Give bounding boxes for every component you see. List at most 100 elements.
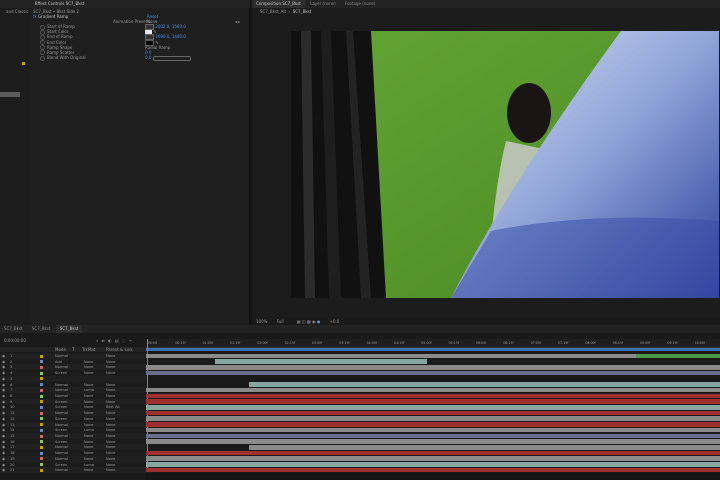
layer-duration-bar[interactable]	[146, 416, 720, 421]
layer-label-color[interactable]	[40, 371, 43, 375]
zoom-select[interactable]: 100%	[256, 319, 267, 324]
layer-duration-bar[interactable]	[636, 353, 720, 359]
stopwatch-icon[interactable]	[40, 55, 45, 61]
layer-label-color[interactable]	[40, 388, 43, 392]
layer-row[interactable]: ◉ 21 Normal None None	[0, 467, 146, 474]
timeline-tabbar: SC7_Bkst SC7_Bkst SC7_Bkst	[0, 325, 720, 333]
layer-label-color[interactable]	[40, 411, 43, 415]
transparency-icon[interactable]: ▩	[307, 319, 311, 324]
time-ruler[interactable]: 00:00 00:15f 01:00f 01:15f 02:00f 02:15f 03:00…	[146, 339, 720, 348]
layer-duration-bar[interactable]	[146, 387, 720, 393]
layer-label-color[interactable]	[40, 354, 43, 358]
timeline-tab-3[interactable]: SC7_Bkst	[55, 325, 83, 333]
eyedropper-icon[interactable]: ✎	[155, 40, 158, 45]
blend-slider[interactable]	[153, 55, 192, 61]
layer-duration-bar[interactable]	[146, 422, 720, 427]
composition-frame[interactable]	[291, 31, 719, 298]
layer-label-color[interactable]	[40, 383, 43, 387]
work-area-bar[interactable]	[146, 348, 720, 351]
frame-blend-icon[interactable]: ▤	[115, 338, 120, 343]
property-list: Start of Ramp Start Color End of Ramp En…	[40, 24, 86, 61]
col-trkmat: TrkMat	[82, 347, 96, 352]
layer-duration-bar[interactable]	[249, 382, 720, 387]
visibility-eye-icon[interactable]: ◉	[2, 467, 5, 473]
exposure-value[interactable]: +0.0	[330, 319, 340, 324]
layer-duration-bar[interactable]	[146, 439, 720, 444]
timeline-tab-1[interactable]: SC7_Bkst	[0, 325, 27, 333]
layer-duration-bar[interactable]	[146, 370, 720, 376]
layer-label-color[interactable]	[40, 468, 43, 472]
composition-render	[291, 31, 719, 298]
layer-label-color[interactable]	[40, 394, 43, 398]
tab-footage[interactable]: Footage (none)	[341, 0, 379, 8]
tab-layer[interactable]: Layer (none)	[306, 0, 340, 8]
layer-duration-bar[interactable]	[146, 427, 720, 433]
layer-duration-bar[interactable]	[146, 405, 720, 410]
layer-label-color[interactable]	[40, 457, 43, 461]
camera-icon[interactable]: ◉	[312, 319, 316, 324]
fx-icon[interactable]: fx	[33, 14, 37, 19]
ruler-tick-label: 04:00f	[366, 341, 377, 345]
layer-parent-select[interactable]: None	[106, 467, 115, 473]
layer-duration-bar[interactable]	[146, 393, 720, 399]
layer-duration-bar[interactable]	[146, 353, 720, 359]
effect-controls-panel: Effect Controls SC7_Bkst SC7_Bkst • Bkst…	[31, 0, 250, 325]
ruler-tick-label: 01:00f	[202, 341, 213, 345]
layer-label-color[interactable]	[40, 365, 43, 369]
subtab-bkst-alt[interactable]: SC7_Bkst_Alt	[260, 9, 286, 14]
end-of-ramp-value[interactable]: 1690.0, 1440.0	[155, 34, 186, 39]
layer-label-color[interactable]	[40, 417, 43, 421]
layer-duration-bar[interactable]	[146, 399, 720, 404]
motion-blur-icon[interactable]: ◌	[122, 338, 127, 343]
tab-composition[interactable]: Composition SC7_Bkst	[252, 0, 305, 8]
current-time[interactable]: 0;00;00;00	[4, 338, 26, 343]
layer-duration-bar[interactable]	[146, 410, 720, 416]
prop-blend-with-original[interactable]: Blend With Original	[40, 55, 86, 61]
comp-flow-icon[interactable]: ⇄	[102, 338, 106, 343]
ruler-tick-label: 08:15f	[612, 341, 623, 345]
search-icon[interactable]: ⌕	[96, 338, 99, 343]
layer-mode-select[interactable]: Normal	[55, 467, 68, 473]
layer-label-color[interactable]	[40, 400, 43, 404]
layer-duration-bar[interactable]	[146, 450, 720, 456]
timeline-tools: ⌕ ⇄ ◐ ▤ ◌ ⌒	[96, 338, 133, 343]
shy-icon[interactable]: ◐	[108, 338, 113, 343]
layer-duration-bar[interactable]	[146, 365, 720, 370]
preset-arrows-icon[interactable]: ◂ ▸	[235, 19, 240, 24]
project-selected-row[interactable]	[0, 92, 20, 97]
resolution-select[interactable]: Full	[277, 319, 284, 324]
timeline-scrollbar[interactable]	[146, 473, 720, 480]
layer-duration-bar[interactable]	[146, 467, 720, 473]
subtab-bkst[interactable]: SC7_Bkst	[293, 9, 312, 14]
layer-label-color[interactable]	[40, 405, 43, 409]
layer-label-color[interactable]	[40, 428, 43, 432]
layer-duration-bar[interactable]	[146, 462, 720, 467]
effect-header[interactable]: fx Gradient Ramp	[33, 14, 68, 19]
layer-trkmat-select[interactable]: None	[84, 467, 93, 473]
layer-duration-bar[interactable]	[146, 456, 720, 461]
timeline-tab-2[interactable]: SC7_Bkst	[28, 325, 55, 333]
layer-label-color[interactable]	[40, 451, 43, 455]
layer-duration-bar[interactable]	[146, 433, 720, 439]
grid-icon[interactable]: ▦	[297, 319, 301, 324]
layer-duration-bar[interactable]	[214, 359, 428, 364]
layer-label-color[interactable]	[40, 360, 43, 364]
start-of-ramp-value[interactable]: 2002.0, 1560.0	[155, 24, 186, 29]
layer-label-color[interactable]	[40, 423, 43, 427]
mask-icon[interactable]: ◫	[302, 319, 306, 324]
layer-label-color[interactable]	[40, 434, 43, 438]
project-label: and Classic	[6, 9, 29, 14]
layer-label-color[interactable]	[40, 445, 43, 449]
layer-label-color[interactable]	[40, 377, 43, 381]
graph-editor-icon[interactable]: ⌒	[129, 338, 133, 343]
ruler-tick-label: 10:00f	[694, 341, 705, 345]
viewer-tabbar: Composition SC7_Bkst Layer (none) Footag…	[252, 0, 720, 8]
tab-effect-controls[interactable]: Effect Controls SC7_Bkst	[31, 0, 88, 8]
color-channel-icon[interactable]: ●	[317, 319, 321, 324]
ruler-tick-label: 09:15f	[667, 341, 678, 345]
layer-duration-bar[interactable]	[249, 445, 720, 450]
layer-label-color[interactable]	[40, 463, 43, 467]
ruler-tick-label: 01:15f	[230, 341, 241, 345]
blend-value[interactable]: 0.0	[145, 55, 151, 60]
layer-label-color[interactable]	[40, 440, 43, 444]
